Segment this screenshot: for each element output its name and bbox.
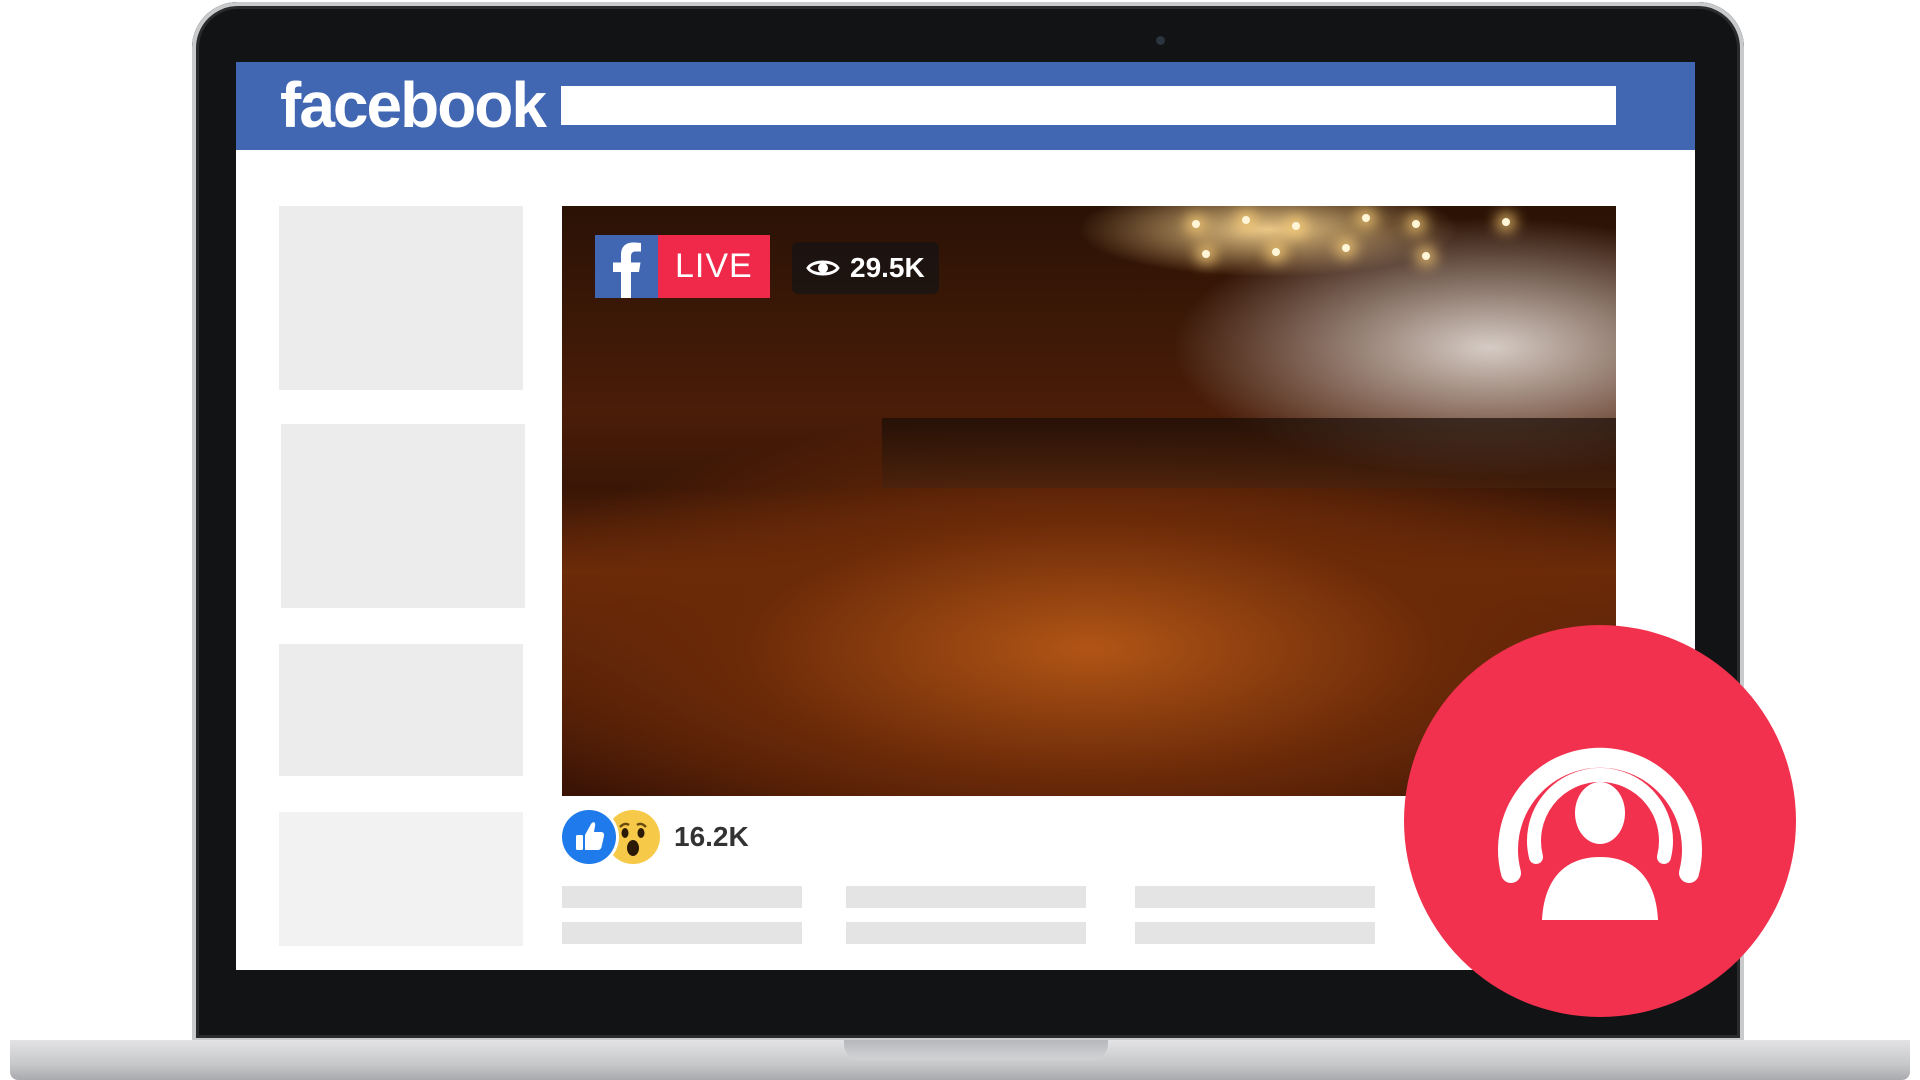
- reactions-summary[interactable]: 16.2K: [562, 808, 749, 866]
- stage-light: [1502, 218, 1510, 226]
- laptop-hinge-notch: [844, 1040, 1108, 1060]
- stage-light: [1242, 216, 1250, 224]
- action-placeholder-1b: [562, 922, 802, 944]
- sidebar-placeholder-2: [281, 424, 525, 608]
- facebook-header: facebook: [236, 62, 1695, 150]
- sidebar-placeholder-4: [279, 812, 523, 946]
- concert-stage: [882, 418, 1616, 488]
- action-placeholder-3b: [1135, 922, 1375, 944]
- stage-light: [1422, 252, 1430, 260]
- viewer-count-badge: 29.5K: [792, 242, 939, 294]
- facebook-logo[interactable]: facebook: [280, 68, 547, 142]
- live-broadcast-button[interactable]: [1404, 625, 1796, 1017]
- webcam: [1156, 36, 1165, 45]
- stage-light: [1202, 250, 1210, 258]
- laptop-base: [10, 1040, 1910, 1080]
- reaction-count: 16.2K: [674, 821, 749, 852]
- action-placeholder-2b: [846, 922, 1086, 944]
- live-broadcast-icon: [1498, 747, 1702, 920]
- stage-light: [1192, 220, 1200, 228]
- sidebar-placeholder-3: [279, 644, 523, 776]
- stage-light: [1272, 248, 1280, 256]
- live-label: LIVE: [658, 235, 770, 298]
- sidebar-placeholder-1: [279, 206, 523, 390]
- facebook-f-icon: [595, 235, 658, 298]
- viewer-count: 29.5K: [850, 252, 925, 283]
- eye-icon: [806, 260, 840, 276]
- action-placeholder-1a: [562, 886, 802, 908]
- thumbs-up-icon[interactable]: [562, 810, 616, 864]
- stage-light: [1412, 220, 1420, 228]
- stage-light: [1362, 214, 1370, 222]
- stage-light: [1342, 244, 1350, 252]
- action-placeholder-2a: [846, 886, 1086, 908]
- search-input[interactable]: [561, 86, 1616, 125]
- live-badge: LIVE: [595, 235, 770, 298]
- action-placeholder-3a: [1135, 886, 1375, 908]
- stage-light: [1292, 222, 1300, 230]
